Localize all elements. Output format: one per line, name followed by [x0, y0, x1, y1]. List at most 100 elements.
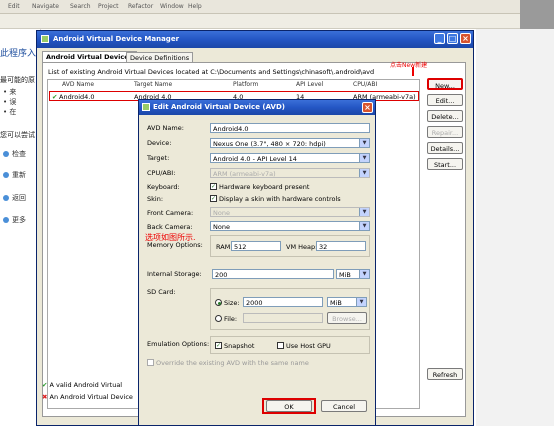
internal-unit-select[interactable]: MiB ▼	[336, 269, 370, 279]
maximize-icon[interactable]: □	[447, 33, 458, 44]
memory-label: Memory Options:	[147, 241, 203, 249]
column-header[interactable]: CPU/ABI	[353, 81, 377, 88]
menu-refactor[interactable]: Refactor	[128, 3, 153, 10]
keyboard-checkbox[interactable]: ✓	[210, 183, 217, 190]
chevron-down-icon: ▼	[359, 270, 369, 278]
ram-field[interactable]: 512	[231, 241, 281, 251]
left-text: 您可以尝试	[0, 131, 35, 139]
left-bullet: • 在	[3, 108, 17, 116]
target-select[interactable]: Android 4.0 - API Level 14 ▼	[210, 153, 370, 163]
sd-size-radio[interactable]	[215, 299, 222, 306]
delete-button[interactable]: Delete...	[427, 110, 463, 122]
override-label: Override the existing AVD with the same …	[156, 359, 309, 367]
details-button[interactable]: Details...	[427, 142, 463, 154]
column-header[interactable]: AVD Name	[62, 81, 94, 88]
cross-icon: ✖	[42, 393, 48, 401]
eclipse-toolbar	[0, 14, 554, 29]
chevron-down-icon: ▼	[359, 222, 369, 230]
column-header[interactable]: Target Name	[134, 81, 172, 88]
legend-valid: ✔ A valid Android Virtual	[42, 381, 123, 389]
emulation-label: Emulation Options:	[147, 340, 210, 348]
chevron-down-icon: ▼	[359, 208, 369, 216]
emulation-group: ✓ Snapshot Use Host GPU	[210, 336, 370, 354]
close-icon[interactable]: ×	[362, 102, 373, 113]
internal-storage-label: Internal Storage:	[147, 270, 202, 278]
arrow-icon	[3, 217, 9, 223]
legend-invalid: ✖ An Android Virtual Device	[42, 393, 133, 401]
list-caption: List of existing Android Virtual Devices…	[48, 68, 375, 76]
sd-unit-select[interactable]: MiB ▼	[327, 297, 367, 307]
snapshot-label: Snapshot	[224, 342, 255, 350]
check-icon: ✔	[42, 381, 48, 389]
device-label: Device:	[147, 139, 172, 147]
back-camera-label: Back Camera:	[147, 223, 193, 231]
edit-avd-titlebar: Edit Android Virtual Device (AVD) ×	[139, 100, 375, 115]
cancel-button[interactable]: Cancel	[321, 400, 367, 412]
eclipse-menubar: Edit Navigate Search Project Refactor Wi…	[0, 0, 554, 14]
chevron-down-icon: ▼	[359, 169, 369, 177]
cell-avd-name: Android4.0	[59, 93, 95, 101]
skin-label: Skin:	[147, 195, 164, 203]
sd-file-label: File:	[224, 315, 238, 323]
android-icon	[41, 35, 49, 43]
repair-button[interactable]: Repair...	[427, 126, 463, 138]
menu-navigate[interactable]: Navigate	[32, 3, 59, 10]
dialog-title: Edit Android Virtual Device (AVD)	[153, 103, 285, 111]
left-link[interactable]: 返回	[3, 193, 26, 203]
menu-project[interactable]: Project	[98, 3, 119, 10]
arrow-icon	[3, 195, 9, 201]
menu-search[interactable]: Search	[70, 3, 91, 10]
chevron-down-icon: ▼	[359, 139, 369, 147]
cpu-select[interactable]: ARM (armeabi-v7a) ▼	[210, 168, 370, 178]
minimize-icon[interactable]: _	[434, 33, 445, 44]
refresh-button[interactable]: Refresh	[427, 368, 463, 380]
keyboard-text: Hardware keyboard present	[219, 183, 310, 191]
snapshot-checkbox[interactable]: ✓	[215, 342, 222, 349]
skin-text: Display a skin with hardware controls	[219, 195, 341, 203]
column-header[interactable]: Platform	[233, 81, 258, 88]
new-button[interactable]: New...	[427, 78, 463, 90]
avd-name-field[interactable]: Android4.0	[210, 123, 370, 133]
device-select[interactable]: Nexus One (3.7", 480 × 720: hdpi) ▼	[210, 138, 370, 148]
avd-manager-titlebar: Android Virtual Device Manager _ □ ×	[37, 31, 473, 48]
ok-button[interactable]: OK	[266, 400, 312, 412]
left-text: 最可能的原	[0, 76, 35, 84]
target-label: Target:	[147, 154, 170, 162]
left-heading: 此程序入	[0, 49, 37, 59]
menu-window[interactable]: Window	[160, 3, 184, 10]
override-checkbox[interactable]	[147, 359, 154, 366]
valid-check-icon: ✔	[52, 93, 58, 101]
sd-file-radio[interactable]	[215, 315, 222, 322]
internal-storage-field[interactable]: 200	[212, 269, 334, 279]
sd-file-field[interactable]	[243, 313, 323, 323]
arrow-icon	[3, 172, 9, 178]
back-camera-select[interactable]: None ▼	[210, 221, 370, 231]
front-camera-select[interactable]: None ▼	[210, 207, 370, 217]
menu-edit[interactable]: Edit	[8, 3, 20, 10]
annotation-arrow	[412, 67, 414, 76]
vm-heap-field[interactable]: 32	[316, 241, 366, 251]
memory-group: RAM: 512 VM Heap: 32	[210, 235, 370, 257]
menu-help[interactable]: Help	[188, 3, 202, 10]
eclipse-right-panel	[476, 29, 554, 426]
chevron-down-icon: ▼	[359, 154, 369, 162]
chevron-down-icon: ▼	[356, 298, 366, 306]
left-link[interactable]: 检查	[3, 149, 26, 159]
host-gpu-checkbox[interactable]	[277, 342, 284, 349]
left-link[interactable]: 重新	[3, 170, 26, 180]
browse-button[interactable]: Browse...	[327, 312, 367, 324]
sd-size-field[interactable]: 2000	[243, 297, 323, 307]
column-header[interactable]: API Level	[296, 81, 323, 88]
close-icon[interactable]: ×	[460, 33, 471, 44]
edit-button[interactable]: Edit...	[427, 94, 463, 106]
host-gpu-label: Use Host GPU	[286, 342, 331, 350]
eclipse-left-panel: 此程序入 最可能的原 • 来 • 误 • 在 您可以尝试 检查 重新 返回 更多	[0, 29, 41, 426]
start-button[interactable]: Start...	[427, 158, 463, 170]
android-icon	[142, 103, 150, 111]
front-camera-label: Front Camera:	[147, 209, 194, 217]
annotation-new: 点击New新建	[390, 62, 428, 69]
cpu-label: CPU/ABI:	[147, 169, 176, 177]
left-bullet: • 来	[3, 88, 17, 96]
left-link[interactable]: 更多	[3, 215, 26, 225]
skin-checkbox[interactable]: ✓	[210, 195, 217, 202]
